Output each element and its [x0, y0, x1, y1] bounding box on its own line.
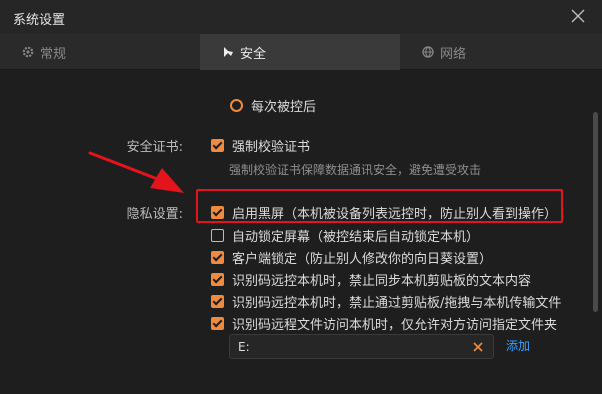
privacy-option-block-file-transfer[interactable]: 识别码远控本机时，禁止通过剪贴板/拖拽与本机传输文件 [211, 292, 561, 311]
window-title: 系统设置 [13, 13, 66, 28]
tab-security[interactable]: 安全 [200, 34, 400, 70]
checkbox[interactable] [211, 273, 224, 286]
privacy-option-label: 客户端锁定（防止别人修改你的向日葵设置） [232, 252, 493, 267]
privacy-option-label: 自动锁定屏幕（被控结束后自动锁定本机） [232, 230, 480, 245]
privacy-option-label: 识别码远控本机时，禁止同步本机剪贴板的文本内容 [232, 274, 532, 289]
privacy-option-client-lock[interactable]: 客户端锁定（防止别人修改你的向日葵设置） [211, 248, 492, 267]
add-folder-link[interactable]: 添加 [506, 337, 530, 354]
force-verify-certificate-label: 强制校验证书 [232, 140, 311, 155]
privacy-option-label: 识别码远程文件访问本机时，仅允许对方访问指定文件夹 [232, 318, 558, 333]
checkbox[interactable] [211, 295, 224, 308]
privacy-option-restrict-folder[interactable]: 识别码远程文件访问本机时，仅允许对方访问指定文件夹 [211, 314, 557, 333]
tab-network[interactable]: 网络 [400, 34, 602, 70]
annotation-highlight-box [196, 189, 563, 223]
radio-button[interactable] [230, 99, 243, 112]
privacy-option-auto-lock[interactable]: 自动锁定屏幕（被控结束后自动锁定本机） [211, 226, 479, 245]
close-icon[interactable] [569, 7, 587, 25]
tab-network-label: 网络 [440, 46, 467, 62]
tab-security-label: 安全 [240, 46, 267, 62]
checkbox[interactable] [211, 229, 224, 242]
checkbox[interactable] [211, 251, 224, 264]
tab-general-label: 常规 [40, 46, 67, 62]
certificate-hint: 强制校验证书保障数据通讯安全，避免遭受攻击 [229, 163, 482, 177]
allowed-folder-input[interactable] [238, 338, 458, 356]
scrollbar-thumb[interactable] [593, 112, 598, 312]
privacy-option-block-clipboard-text[interactable]: 识别码远控本机时，禁止同步本机剪贴板的文本内容 [211, 270, 531, 289]
allowed-folder-field[interactable] [229, 334, 494, 359]
radio-option-label: 每次被控后 [251, 100, 317, 115]
radio-option-every-control[interactable]: 每次被控后 [230, 96, 316, 115]
tab-bar: 常规 安全 网络 [0, 34, 602, 70]
clear-icon[interactable] [471, 340, 485, 354]
privacy-option-label: 识别码远控本机时，禁止通过剪贴板/拖拽与本机传输文件 [232, 296, 562, 311]
checkbox[interactable] [211, 317, 224, 330]
security-settings-panel: 每次被控后 安全证书: 强制校验证书 强制校验证书保障数据通讯安全，避免遭受攻击… [0, 71, 602, 394]
annotation-arrow [88, 151, 184, 193]
checkbox[interactable] [211, 139, 224, 152]
globe-icon [422, 46, 434, 58]
privacy-section-label: 隐私设置: [126, 207, 183, 222]
shield-lock-icon [224, 47, 233, 57]
force-verify-certificate-option[interactable]: 强制校验证书 [211, 136, 310, 155]
title-bar: 系统设置 [0, 0, 602, 34]
tab-general[interactable]: 常规 [0, 34, 200, 70]
gear-icon [22, 46, 34, 58]
